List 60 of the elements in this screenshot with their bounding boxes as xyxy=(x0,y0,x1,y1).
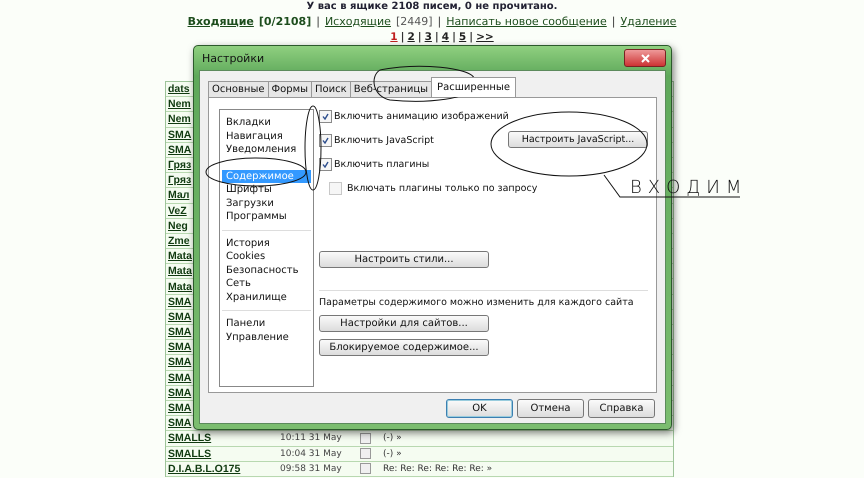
site-button[interactable]: Блокируемое содержимое... xyxy=(319,339,489,356)
time-cell-text: 09:58 31 May xyxy=(280,464,343,474)
option-label: Включить JavaScript xyxy=(334,135,434,146)
separator: | xyxy=(400,31,404,43)
time-cell-text: 10:04 31 May xyxy=(280,448,343,459)
separator: | xyxy=(469,31,474,43)
category-item[interactable]: Сеть xyxy=(222,277,311,290)
dialog-button[interactable]: Отмена xyxy=(517,399,584,418)
sender-link[interactable]: D.I.A.B.L.O175 xyxy=(166,462,280,475)
option-label: Включить плагины xyxy=(334,159,430,170)
folder-link[interactable]: Удаление xyxy=(620,15,676,28)
separator: | xyxy=(612,15,616,28)
separator: | xyxy=(452,31,456,43)
subject-link[interactable]: (-) » xyxy=(383,433,402,444)
page-link[interactable]: 1 xyxy=(390,31,398,43)
message-count: [2449] xyxy=(396,15,433,28)
category-item[interactable]: История xyxy=(222,236,311,250)
category-item[interactable]: Хранилище xyxy=(222,290,311,304)
page-link[interactable]: 5 xyxy=(458,31,466,43)
tab[interactable]: Основные xyxy=(208,81,269,97)
dialog-button[interactable]: Справка xyxy=(588,399,655,418)
page-link[interactable]: 3 xyxy=(424,31,432,43)
sender-link[interactable]: SMALLS xyxy=(166,448,280,460)
site-button[interactable]: Настройки для сайтов... xyxy=(319,315,489,332)
tab[interactable]: Расширенные xyxy=(431,77,516,97)
dialog-button[interactable]: OK xyxy=(446,399,513,418)
category-item[interactable]: Уведомления xyxy=(222,143,311,156)
option-label: Включить анимацию изображений xyxy=(334,111,509,122)
page-link[interactable]: 2 xyxy=(407,31,415,43)
configure-javascript-button[interactable]: Настроить JavaScript... xyxy=(508,131,648,148)
category-item[interactable]: Панели xyxy=(222,317,311,330)
tab[interactable]: Поиск xyxy=(311,81,351,97)
option-label: Включать плагины только по запросу xyxy=(347,183,538,194)
category-item[interactable]: Программы xyxy=(222,210,311,224)
separator: | xyxy=(418,31,422,43)
sender-link[interactable]: SMALLS xyxy=(166,432,280,444)
separator: | xyxy=(316,15,320,28)
separator: | xyxy=(438,15,442,28)
separator: | xyxy=(434,31,439,43)
page-link[interactable]: 4 xyxy=(442,31,450,43)
inbox-summary: У вас в ящике 2108 писем, 0 не прочитано. xyxy=(306,0,558,13)
subject-link[interactable]: Re: Re: Re: Re: Re: Re: » xyxy=(383,464,492,474)
folder-link[interactable]: Написать новое сообщение xyxy=(446,15,607,28)
time-cell-text: 10:11 31 May xyxy=(280,433,343,444)
tab[interactable]: Формы xyxy=(268,81,312,97)
subject-link[interactable]: (-) » xyxy=(383,448,402,459)
site-settings-note: Параметры содержимого можно изменить для каждого сайта xyxy=(319,297,635,308)
category-item[interactable]: Cookies xyxy=(222,250,311,264)
category-item[interactable]: Загрузки xyxy=(222,196,311,210)
category-item[interactable]: Управление xyxy=(222,330,311,344)
folder-link[interactable]: Входящие xyxy=(188,15,254,28)
window-title: Настройки xyxy=(201,52,264,64)
message-count: [0/2108] xyxy=(258,15,312,28)
configure-styles-button[interactable]: Настроить стили... xyxy=(319,251,489,268)
category-item[interactable]: Безопасность xyxy=(222,264,311,277)
category-item[interactable]: Навигация xyxy=(222,130,311,143)
category-item[interactable]: Вкладки xyxy=(222,116,311,130)
page-link[interactable]: >> xyxy=(476,31,494,43)
category-item[interactable]: Шрифты xyxy=(222,183,311,196)
folder-link[interactable]: Исходящие xyxy=(324,15,391,28)
